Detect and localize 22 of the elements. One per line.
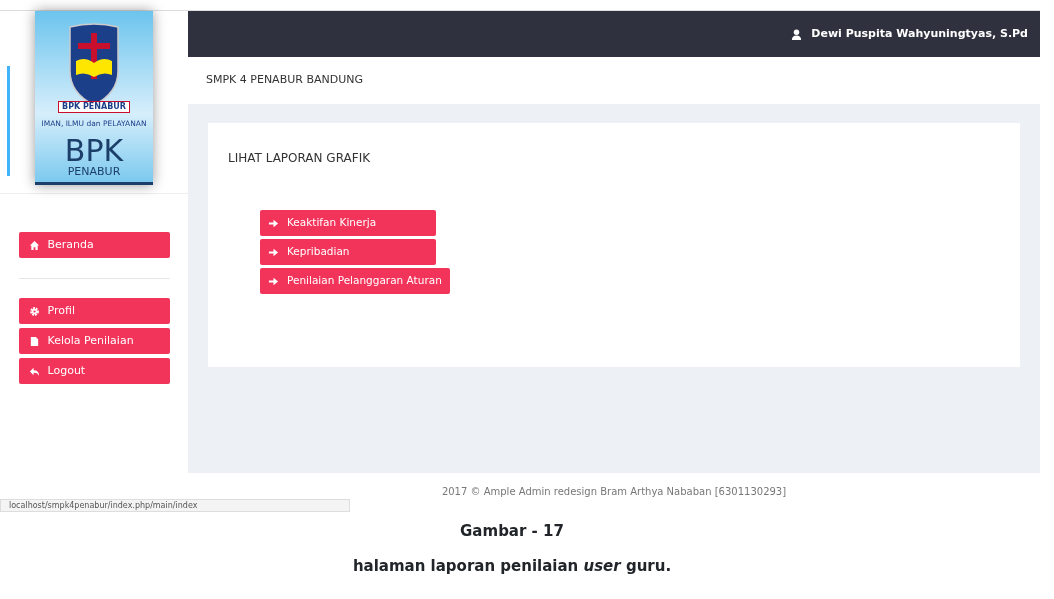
breadcrumb-title: SMPK 4 PENABUR BANDUNG bbox=[206, 72, 363, 89]
panel-title: LIHAT LAPORAN GRAFIK bbox=[228, 150, 372, 167]
user-icon bbox=[791, 28, 803, 40]
reply-icon bbox=[28, 365, 40, 377]
report-button[interactable]: Keaktifan Kinerja bbox=[260, 210, 436, 236]
gear-icon bbox=[28, 305, 40, 317]
caption-title: Gambar - 17 bbox=[459, 521, 565, 542]
sidebar-menu-button[interactable]: Profil bbox=[18, 298, 170, 324]
report-button[interactable]: Penilaian Pelanggaran Aturan bbox=[260, 268, 450, 294]
logo-title: BPK bbox=[64, 136, 124, 166]
footer-text: 2017 © Ample Admin redesign Bram Arthya Nababan [6301130293] bbox=[441, 485, 787, 499]
file-icon bbox=[28, 335, 40, 347]
user-name[interactable]: Dewi Puspita Wahyuningtyas, S.Pd bbox=[811, 25, 1028, 43]
sidebar-menu-button[interactable]: Beranda bbox=[18, 232, 170, 258]
sidebar-menu-button[interactable]: Logout bbox=[18, 358, 170, 384]
status-url: localhost/smpk4penabur/index.php/main/index bbox=[0, 499, 350, 512]
home-icon bbox=[28, 239, 40, 251]
ribbon-text: BPK PENABUR bbox=[58, 101, 130, 113]
caption-text: halaman laporan penilaian user guru. bbox=[351, 555, 673, 577]
sidebar-menu-button[interactable]: Kelola Penilaian bbox=[18, 328, 170, 354]
logo-subtitle: PENABUR bbox=[67, 166, 121, 178]
report-button[interactable]: Kepribadian bbox=[260, 239, 436, 265]
